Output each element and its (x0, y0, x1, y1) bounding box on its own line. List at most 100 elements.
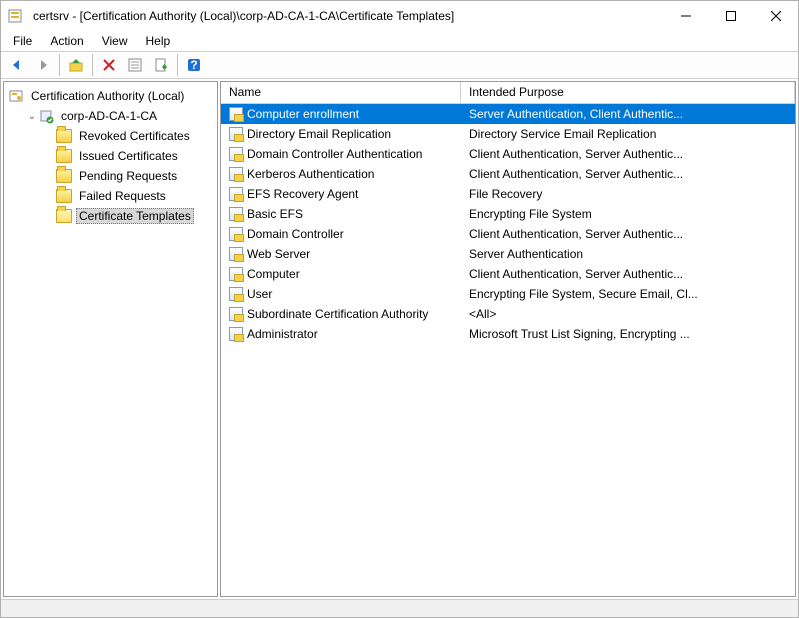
certificate-template-icon (229, 147, 243, 161)
cell-name-text: Computer (247, 267, 300, 281)
menubar: File Action View Help (1, 31, 798, 51)
properties-button[interactable] (123, 53, 147, 77)
export-button[interactable] (149, 53, 173, 77)
cell-purpose: Encrypting File System, Secure Email, Cl… (461, 285, 795, 303)
list-pane: Name Intended Purpose Computer enrollmen… (220, 81, 796, 597)
cell-purpose: File Recovery (461, 185, 795, 203)
column-header-name[interactable]: Name (221, 82, 461, 103)
tree-toggle-icon[interactable]: ⌄ (26, 111, 38, 122)
certificate-template-icon (229, 207, 243, 221)
back-button[interactable] (5, 53, 29, 77)
list-row[interactable]: Domain Controller Client Authentication, … (221, 224, 795, 244)
cell-purpose: Client Authentication, Server Authentic.… (461, 265, 795, 283)
list-row[interactable]: Domain Controller Authentication Client A… (221, 144, 795, 164)
cell-name: Kerberos Authentication (221, 165, 461, 183)
list-rows[interactable]: Computer enrollment Server Authentication… (221, 104, 795, 596)
list-row[interactable]: AdministratorMicrosoft Trust List Signin… (221, 324, 795, 344)
cell-purpose: Client Authentication, Server Authentic.… (461, 145, 795, 163)
certificate-template-icon (229, 187, 243, 201)
tree-root-node[interactable]: Certification Authority (Local) (6, 86, 215, 106)
cell-purpose: Client Authentication, Server Authentic.… (461, 165, 795, 183)
cell-name-text: Computer enrollment (247, 107, 359, 121)
menu-view[interactable]: View (94, 32, 136, 50)
certificate-template-icon (229, 227, 243, 241)
cell-name-text: Administrator (247, 327, 318, 341)
forward-button[interactable] (31, 53, 55, 77)
tree-node-label: Failed Requests (76, 188, 169, 204)
list-header: Name Intended Purpose (221, 82, 795, 104)
cell-name-text: EFS Recovery Agent (247, 187, 358, 201)
folder-icon (56, 129, 72, 143)
tree-node[interactable]: Revoked Certificates (42, 126, 215, 146)
tree-node-label: Revoked Certificates (76, 128, 193, 144)
cell-name-text: Domain Controller Authentication (247, 147, 422, 161)
certificate-template-icon (229, 247, 243, 261)
menu-help[interactable]: Help (138, 32, 179, 50)
menu-action[interactable]: Action (42, 32, 91, 50)
app-icon (7, 8, 23, 24)
cell-name: Computer (221, 265, 461, 283)
folder-icon (56, 209, 72, 223)
list-row[interactable]: UserEncrypting File System, Secure Email… (221, 284, 795, 304)
column-header-purpose[interactable]: Intended Purpose (461, 82, 795, 103)
certificate-template-icon (229, 287, 243, 301)
list-row[interactable]: EFS Recovery Agent File Recovery (221, 184, 795, 204)
certificate-template-icon (229, 167, 243, 181)
statusbar (1, 599, 798, 617)
svg-text:?: ? (190, 58, 197, 72)
menu-file[interactable]: File (5, 32, 40, 50)
cell-purpose: Server Authentication, Client Authentic.… (461, 105, 795, 123)
up-button[interactable] (64, 53, 88, 77)
toolbar-separator (59, 54, 60, 76)
tree-ca-node[interactable]: ⌄ corp-AD-CA-1-CA (24, 106, 215, 126)
cell-name: Directory Email Replication (221, 125, 461, 143)
tree-node[interactable]: Issued Certificates (42, 146, 215, 166)
cell-name: Subordinate Certification Authority (221, 305, 461, 323)
toolbar: ? (1, 51, 798, 79)
toolbar-separator (92, 54, 93, 76)
minimize-button[interactable] (663, 1, 708, 31)
certificate-template-icon (229, 307, 243, 321)
cell-name-text: Basic EFS (247, 207, 303, 221)
help-button[interactable]: ? (182, 53, 206, 77)
certificate-template-icon (229, 327, 243, 341)
cell-name: Web Server (221, 245, 461, 263)
folder-icon (56, 189, 72, 203)
cell-name: User (221, 285, 461, 303)
list-row[interactable]: Basic EFS Encrypting File System (221, 204, 795, 224)
tree-pane[interactable]: Certification Authority (Local) ⌄ corp-A… (3, 81, 218, 597)
close-button[interactable] (753, 1, 798, 31)
tree-node[interactable]: Pending Requests (42, 166, 215, 186)
cell-purpose: Client Authentication, Server Authentic.… (461, 225, 795, 243)
tree-node-label: Issued Certificates (76, 148, 181, 164)
toolbar-separator (177, 54, 178, 76)
list-row[interactable]: Directory Email ReplicationDirectory Ser… (221, 124, 795, 144)
list-row[interactable]: Computer Client Authentication, Server Au… (221, 264, 795, 284)
folder-icon (56, 149, 72, 163)
content-body: Certification Authority (Local) ⌄ corp-A… (1, 79, 798, 599)
list-row[interactable]: Web ServerServer Authentication (221, 244, 795, 264)
cell-name: Administrator (221, 325, 461, 343)
cell-name: Domain Controller Authentication (221, 145, 461, 163)
tree-node-label: Certificate Templates (76, 208, 194, 224)
certificate-template-icon (229, 107, 243, 121)
cell-name-text: Domain Controller (247, 227, 344, 241)
window-title: certsrv - [Certification Authority (Loca… (33, 9, 454, 23)
list-row[interactable]: Kerberos AuthenticationClient Authentica… (221, 164, 795, 184)
maximize-button[interactable] (708, 1, 753, 31)
cell-name-text: Web Server (247, 247, 310, 261)
cell-purpose: Directory Service Email Replication (461, 125, 795, 143)
tree-node[interactable]: Certificate Templates (42, 206, 215, 226)
list-row[interactable]: Computer enrollment Server Authentication… (221, 104, 795, 124)
cell-purpose: Encrypting File System (461, 205, 795, 223)
cell-name-text: Subordinate Certification Authority (247, 307, 428, 321)
delete-button[interactable] (97, 53, 121, 77)
ca-root-icon (8, 88, 24, 104)
list-row[interactable]: Subordinate Certification Authority<All> (221, 304, 795, 324)
ca-server-icon (38, 108, 54, 124)
cell-name: EFS Recovery Agent (221, 185, 461, 203)
tree-node[interactable]: Failed Requests (42, 186, 215, 206)
folder-icon (56, 169, 72, 183)
tree-root-label: Certification Authority (Local) (28, 88, 187, 104)
titlebar: certsrv - [Certification Authority (Loca… (1, 1, 798, 31)
